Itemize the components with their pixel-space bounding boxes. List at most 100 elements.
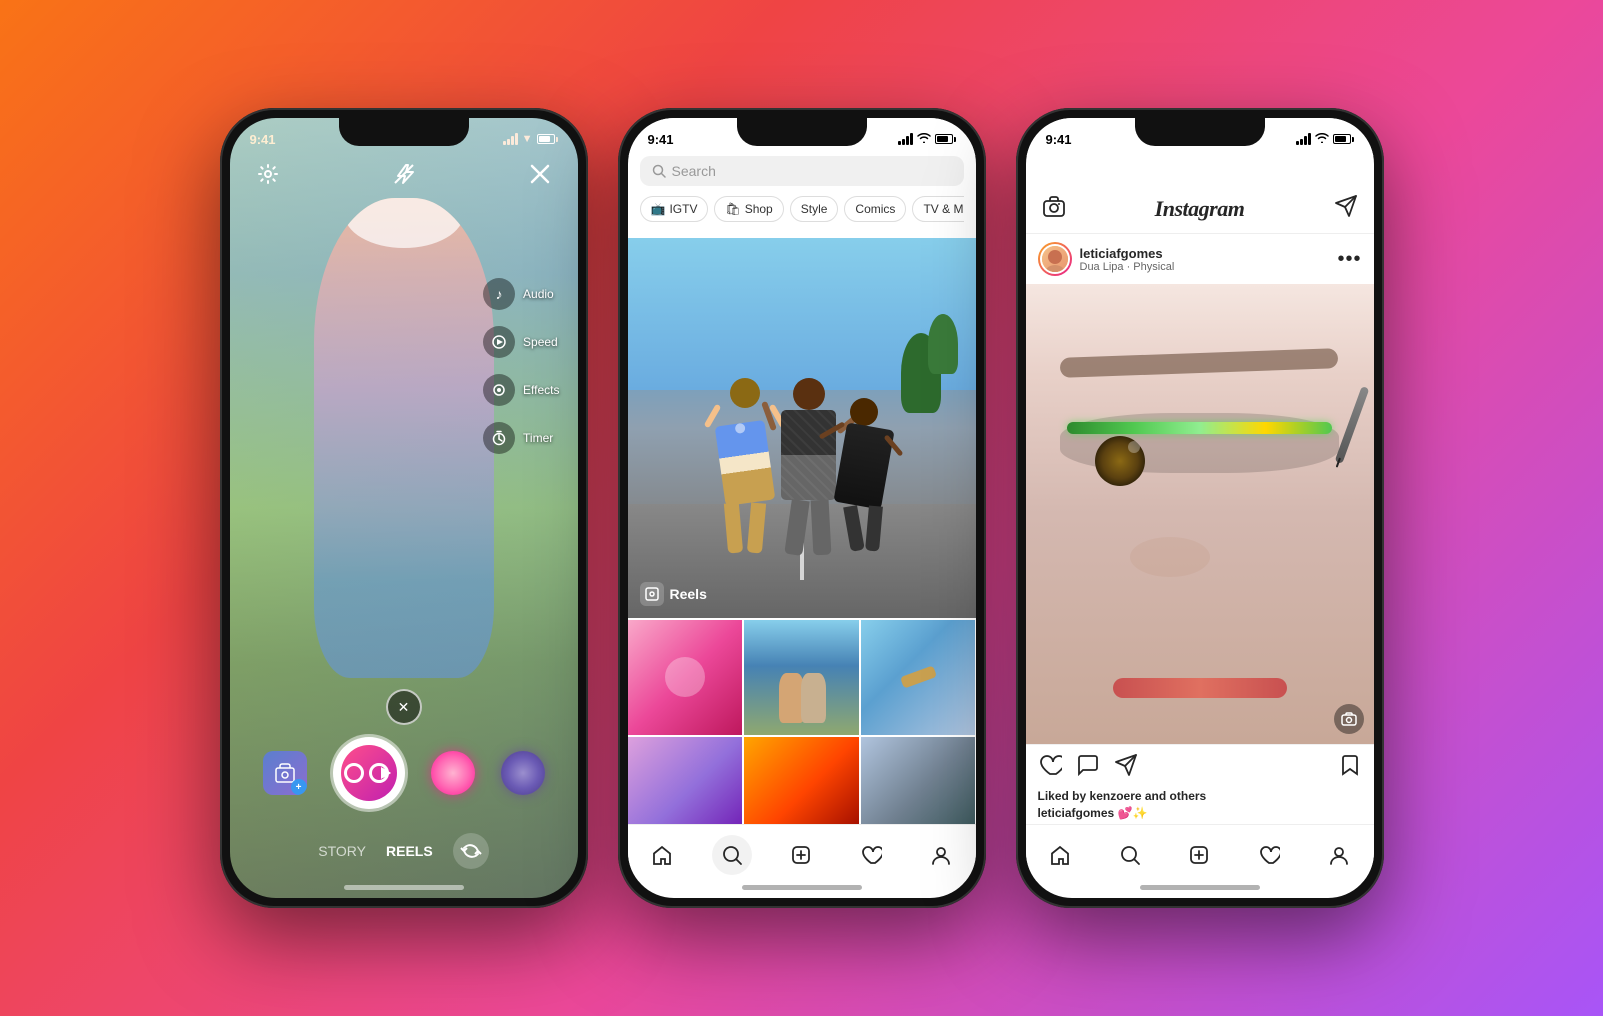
reels-section-label: Reels [670,586,707,602]
reels-label: Reels [640,582,707,606]
save-button[interactable] [1338,753,1362,783]
battery-icon [537,134,558,144]
flash-button[interactable] [386,156,422,192]
add-tab[interactable] [781,835,821,875]
explore-header: Search 📺 IGTV 🛍 Shop Style [628,156,976,238]
reels-mode-tab[interactable]: REELS [386,843,433,859]
feed-post: leticiafgomes Dua Lipa · Physical ••• [1026,234,1374,824]
home-indicator-center [742,885,862,890]
timer-icon [483,422,515,454]
shop-icon: 🛍 [725,202,740,216]
thumbnail-4[interactable] [628,737,743,824]
close-button[interactable] [522,156,558,192]
effects-option[interactable]: Effects [483,374,559,406]
home-tab-right[interactable] [1040,835,1080,875]
speed-icon [483,326,515,358]
effects-icon [483,374,515,406]
speed-label: Speed [523,335,558,349]
post-action-icons [1038,753,1362,783]
camera-controls-row: + [230,737,578,825]
signal-icon-center [898,133,913,145]
profile-tab-right[interactable] [1319,835,1359,875]
thumbnail-5[interactable] [744,737,859,824]
like-button[interactable] [1038,753,1062,783]
send-icon-button[interactable] [1334,194,1358,223]
phones-container: 9:41 ▼ [0,0,1603,1016]
camera-icon-button[interactable] [1042,194,1066,223]
phone-right-screen: 9:41 [1026,118,1374,898]
explore-screen: 9:41 [628,118,976,898]
category-tabs: 📺 IGTV 🛍 Shop Style Comics [640,196,964,230]
caption-text: 💕✨ [1118,806,1148,820]
search-bar[interactable]: Search [640,156,964,186]
tab-style[interactable]: Style [790,196,839,222]
search-tab-right[interactable] [1110,835,1150,875]
post-user-info: leticiafgomes Dua Lipa · Physical [1080,246,1175,273]
thumbnail-2[interactable] [744,620,859,735]
feed-header: Instagram [1026,156,1374,234]
speed-option[interactable]: Speed [483,326,559,358]
profile-tab[interactable] [921,835,961,875]
tab-shop[interactable]: 🛍 Shop [714,196,783,222]
camera-side-options: ♪ Audio Speed [483,278,559,454]
bottom-nav-center [628,824,976,881]
bottom-nav-right [1026,824,1374,881]
search-icon [652,164,666,178]
grid-thumbnails [628,618,976,824]
settings-button[interactable] [250,156,286,192]
thumbnail-3[interactable] [861,620,976,735]
tv-movie-label: TV & Movie [923,202,963,216]
post-more-button[interactable]: ••• [1337,248,1361,271]
camera-bottom: ✕ + [230,689,578,898]
home-indicator-right [1140,885,1260,890]
wifi-icon-center [917,133,931,146]
reels-capture-icon [341,745,397,801]
capture-button[interactable] [333,737,405,809]
thumbnail-6[interactable] [861,737,976,824]
feed-screen: 9:41 [1026,118,1374,898]
post-image [1026,284,1374,744]
reels-video-bg [628,238,976,618]
reels-video-area[interactable]: Reels [628,238,976,618]
add-tab-right[interactable] [1179,835,1219,875]
heart-tab-right[interactable] [1249,835,1289,875]
audio-option[interactable]: ♪ Audio [483,278,559,310]
heart-tab[interactable] [851,835,891,875]
effect-sparkle-button[interactable] [431,751,475,795]
tab-comics[interactable]: Comics [844,196,906,222]
effects-label: Effects [523,383,559,397]
style-label: Style [801,202,828,216]
comment-button[interactable] [1076,753,1100,783]
tab-igtv[interactable]: 📺 IGTV [640,196,709,222]
home-tab[interactable] [642,835,682,875]
gallery-button[interactable]: + [263,751,307,795]
wifi-icon-right [1315,133,1329,146]
timer-label: Timer [523,431,553,445]
explore-content: Reels [628,238,976,824]
flip-camera-button[interactable] [453,833,489,869]
reels-label-icon [640,582,664,606]
status-time-center: 9:41 [648,132,674,147]
story-mode-tab[interactable]: STORY [318,843,366,859]
post-caption: leticiafgomes 💕✨ [1038,806,1362,820]
phone-left: 9:41 ▼ [220,108,588,908]
status-icons-right [1296,133,1354,146]
share-button[interactable] [1114,753,1138,783]
phone-right: 9:41 [1016,108,1384,908]
notch-center [737,118,867,146]
phone-left-screen: 9:41 ▼ [230,118,578,898]
igtv-label: IGTV [669,202,697,216]
shop-label: Shop [745,202,773,216]
delete-button[interactable]: ✕ [386,689,422,725]
search-tab[interactable] [712,835,752,875]
timer-option[interactable]: Timer [483,422,559,454]
thumbnail-1[interactable] [628,620,743,735]
camera-top-bar [230,156,578,192]
battery-icon-right [1333,134,1354,144]
tab-tv-movie[interactable]: TV & Movie [912,196,963,222]
notch-right [1135,118,1265,146]
igtv-icon: 📺 [651,202,666,216]
camera-person [314,198,494,678]
effect-galaxy-button[interactable] [501,751,545,795]
notch-left [339,118,469,146]
